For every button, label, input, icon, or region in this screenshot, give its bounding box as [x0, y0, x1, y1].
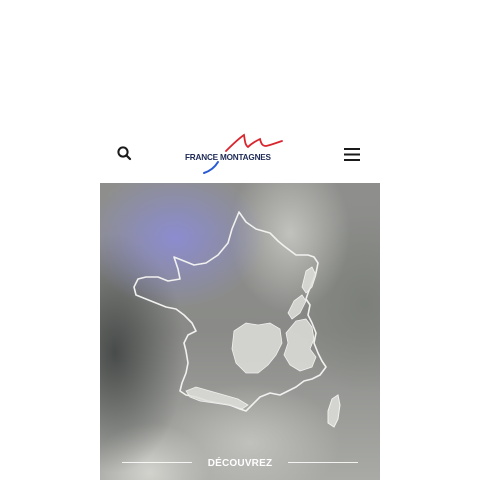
logo-wordmark: FRANCE MONTAGNES [185, 153, 271, 162]
discover-left-divider [122, 462, 192, 463]
site-header: FRANCE MONTAGNES [100, 127, 380, 183]
corsica-island [327, 394, 341, 428]
search-button[interactable] [114, 143, 136, 165]
jura-massif [287, 294, 307, 320]
massif-central [231, 322, 283, 374]
pyrenees-massif [185, 386, 249, 410]
discover-link[interactable]: DÉCOUVREZ [100, 453, 380, 473]
mobile-viewport: FRANCE MONTAGNES DÉCOUVREZ [100, 127, 380, 480]
menu-button[interactable] [342, 144, 364, 166]
hero-banner: DÉCOUVREZ [100, 183, 380, 480]
france-map-icon [133, 211, 341, 428]
france-montagnes-logo[interactable]: FRANCE MONTAGNES [182, 133, 298, 177]
alps-massif [283, 318, 317, 372]
search-icon [117, 146, 132, 161]
vosges-massif [301, 266, 317, 294]
discover-label: DÉCOUVREZ [207, 457, 273, 469]
discover-right-divider [288, 462, 358, 463]
hamburger-menu-icon [344, 148, 360, 161]
